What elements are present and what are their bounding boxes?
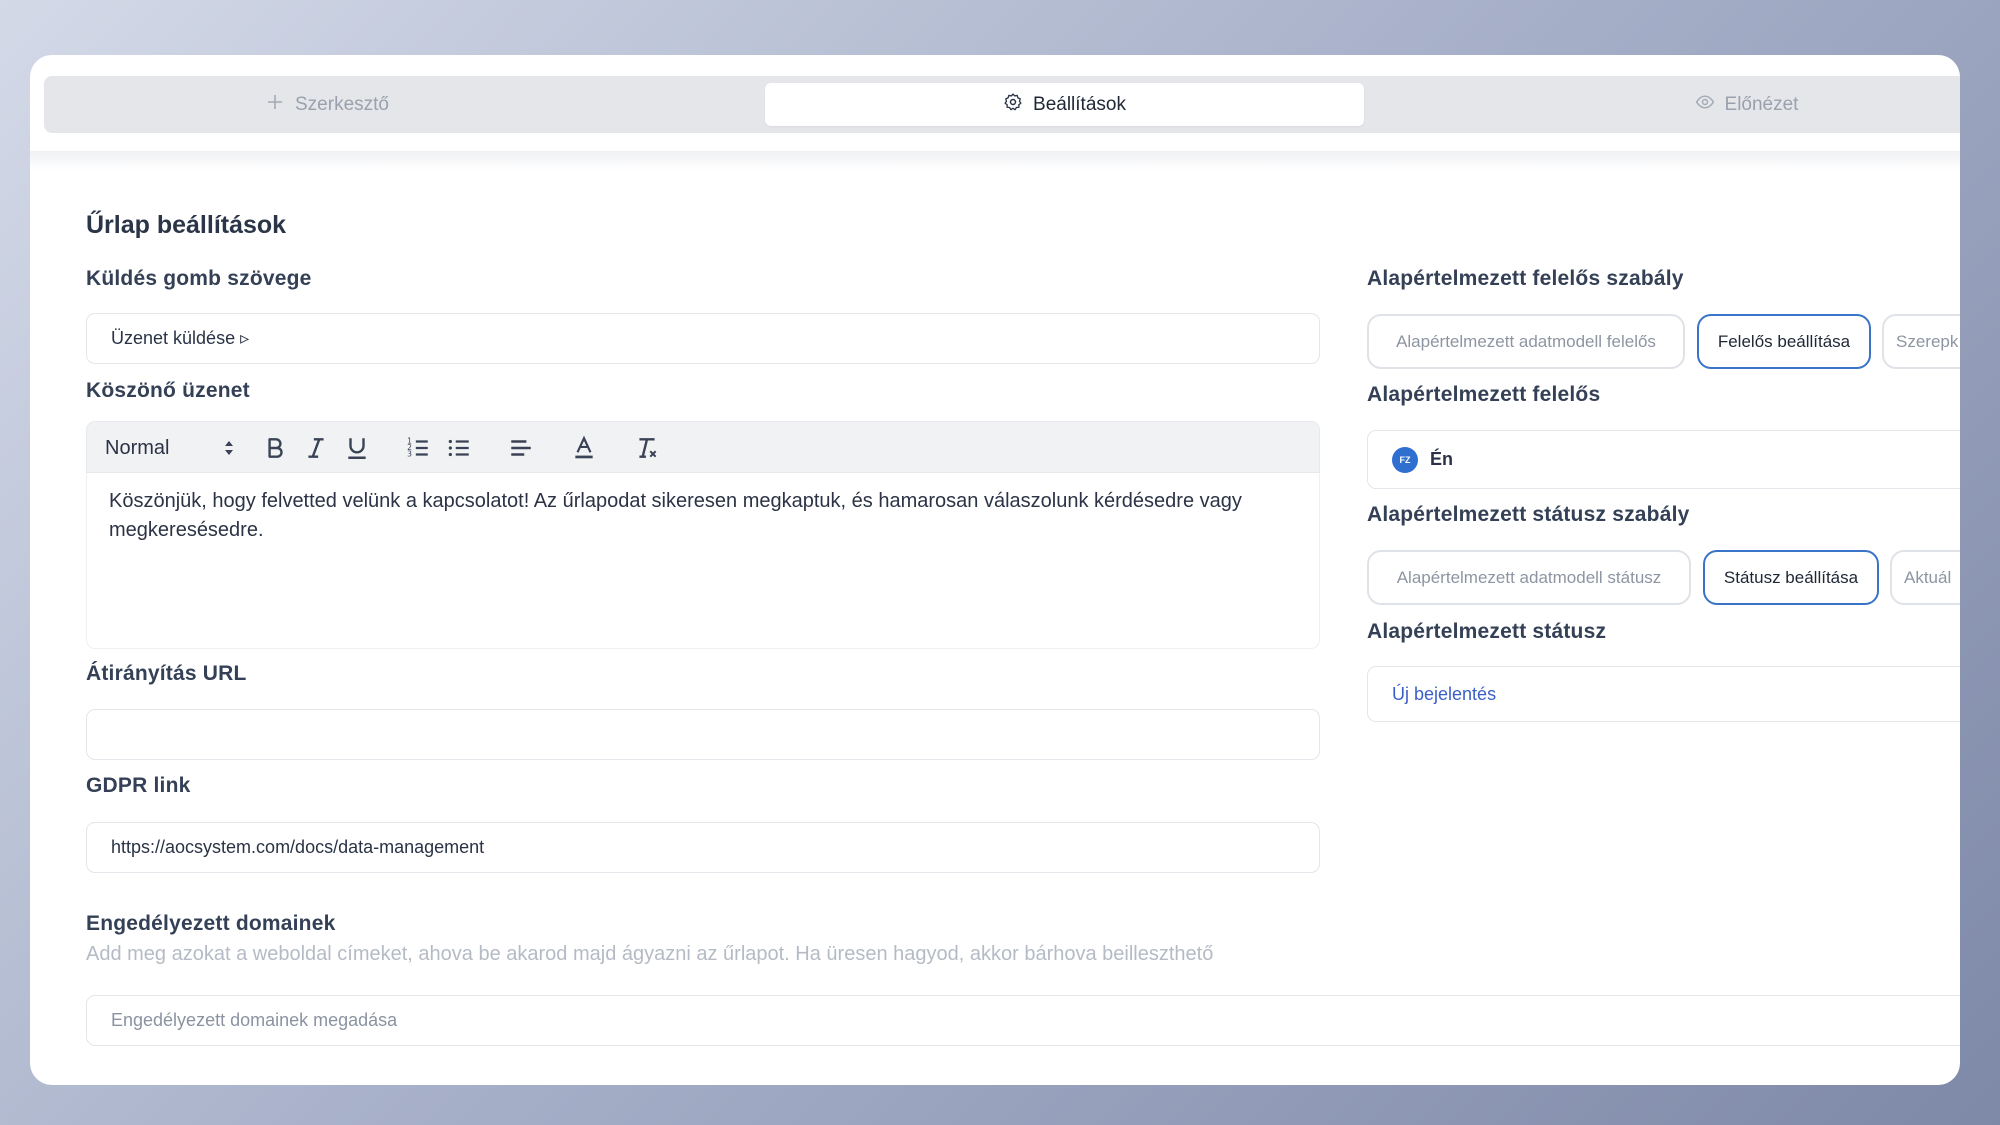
- owner-rule-option-set-label: Felelős beállítása: [1717, 331, 1851, 351]
- content-divider: [30, 151, 1960, 171]
- tab-preview-label: Előnézet: [1724, 93, 1799, 115]
- underline-button[interactable]: [343, 434, 371, 462]
- owner-label: Alapértelmezett felelős: [1367, 383, 1601, 406]
- tab-editor[interactable]: Szerkesztő: [44, 76, 610, 133]
- status-rule-option-set-label: Státusz beállítása: [1723, 567, 1859, 587]
- italic-button[interactable]: [302, 434, 330, 462]
- domains-placeholder: Engedélyezett domainek megadása: [111, 1010, 398, 1030]
- domains-input[interactable]: Engedélyezett domainek megadása: [86, 995, 1960, 1046]
- thanks-message-editor[interactable]: Köszönjük, hogy felvetted velünk a kapcs…: [86, 473, 1320, 649]
- eye-icon: [1695, 92, 1715, 118]
- status-rule-label: Alapértelmezett státusz szabály: [1367, 503, 1690, 526]
- clear-format-button[interactable]: [633, 434, 661, 462]
- format-select-value: Normal: [105, 436, 170, 459]
- domains-hint: Add meg azokat a weboldal címeket, ahova…: [86, 943, 1214, 965]
- avatar: FZ: [1392, 446, 1418, 473]
- page-title: Űrlap beállítások: [86, 211, 287, 239]
- redirect-label: Átirányítás URL: [86, 662, 247, 685]
- status-label: Alapértelmezett státusz: [1367, 620, 1607, 643]
- tab-bar: Szerkesztő Beállítások Előnézet: [44, 76, 1960, 133]
- settings-window: Szerkesztő Beállítások Előnézet Űrlap be…: [30, 55, 1960, 1085]
- plus-icon: [265, 92, 285, 118]
- align-button[interactable]: [507, 434, 535, 462]
- status-rule-option-set[interactable]: Státusz beállítása: [1703, 550, 1879, 605]
- gdpr-label: GDPR link: [86, 774, 191, 797]
- bold-button[interactable]: [261, 434, 289, 462]
- status-rule-option-current[interactable]: Aktuál: [1890, 550, 1960, 605]
- owner-select[interactable]: FZ Én: [1367, 430, 1960, 489]
- redirect-url-field[interactable]: [86, 709, 1320, 760]
- bullet-list-button[interactable]: [445, 434, 473, 462]
- thanks-label: Köszönő üzenet: [86, 379, 250, 402]
- editor-toolbar: Normal 123: [86, 421, 1320, 473]
- owner-rule-option-set[interactable]: Felelős beállítása: [1697, 314, 1871, 369]
- domains-label: Engedélyezett domainek: [86, 912, 336, 935]
- svg-text:3: 3: [407, 450, 412, 459]
- owner-rule-option-default[interactable]: Alapértelmezett adatmodell felelős: [1367, 314, 1685, 369]
- status-select[interactable]: Új bejelentés: [1367, 666, 1960, 722]
- status-rule-option-default[interactable]: Alapértelmezett adatmodell státusz: [1367, 550, 1691, 605]
- text-color-button[interactable]: [570, 434, 598, 462]
- format-select[interactable]: Normal: [105, 434, 235, 462]
- gear-icon: [1003, 92, 1023, 118]
- owner-rule-option-role[interactable]: Szerepk: [1882, 314, 1960, 369]
- owner-rule-option-default-label: Alapértelmezett adatmodell felelős: [1396, 331, 1656, 351]
- gdpr-link-value: https://aocsystem.com/docs/data-manageme…: [111, 837, 485, 857]
- tab-settings-label: Beállítások: [1033, 93, 1126, 115]
- thanks-message-text: Köszönjük, hogy felvetted velünk a kapcs…: [109, 490, 1242, 541]
- tab-settings[interactable]: Beállítások: [765, 83, 1364, 126]
- submit-text-field[interactable]: Üzenet küldése ▹: [86, 313, 1320, 364]
- ordered-list-button[interactable]: 123: [404, 434, 432, 462]
- select-arrows-icon: [223, 438, 235, 464]
- owner-rule-option-role-label: Szerepk: [1896, 331, 1959, 351]
- owner-rule-label: Alapértelmezett felelős szabály: [1367, 267, 1684, 290]
- owner-value: Én: [1430, 449, 1454, 469]
- tab-preview[interactable]: Előnézet: [1519, 76, 1960, 133]
- submit-text-value: Üzenet küldése ▹: [111, 328, 250, 348]
- gdpr-link-field[interactable]: https://aocsystem.com/docs/data-manageme…: [86, 822, 1320, 873]
- status-value: Új bejelentés: [1392, 683, 1497, 704]
- tab-editor-label: Szerkesztő: [295, 93, 389, 115]
- submit-label: Küldés gomb szövege: [86, 267, 312, 290]
- status-rule-option-default-label: Alapértelmezett adatmodell státusz: [1396, 567, 1662, 587]
- status-rule-option-current-label: Aktuál: [1904, 567, 1952, 587]
